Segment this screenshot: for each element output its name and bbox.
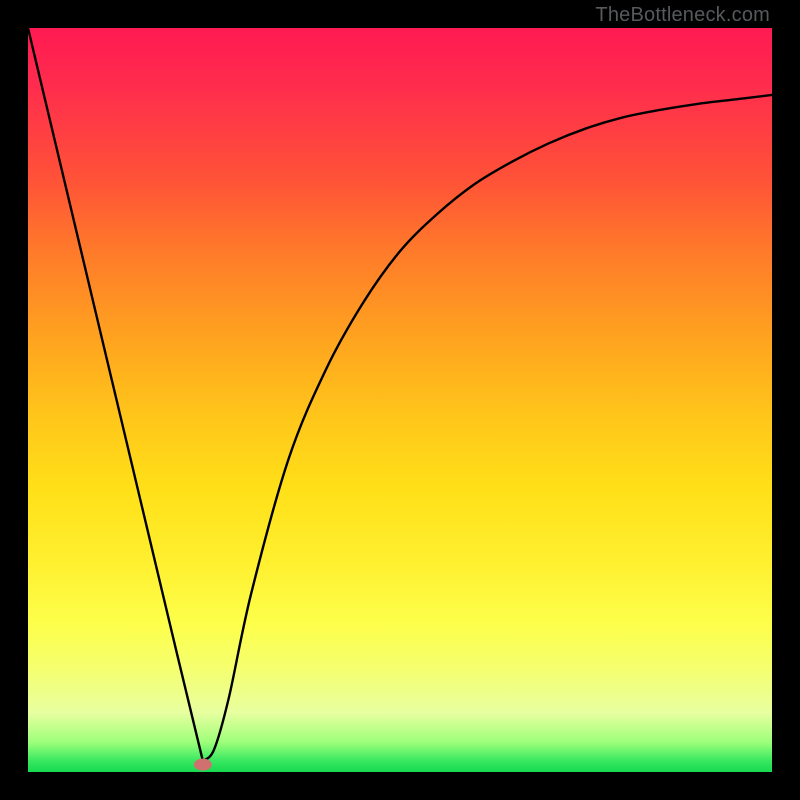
data-marker <box>194 759 212 771</box>
chart-svg <box>28 28 772 772</box>
chart-container: TheBottleneck.com <box>0 0 800 800</box>
attribution-text: TheBottleneck.com <box>595 4 770 27</box>
curve-line <box>28 28 772 761</box>
